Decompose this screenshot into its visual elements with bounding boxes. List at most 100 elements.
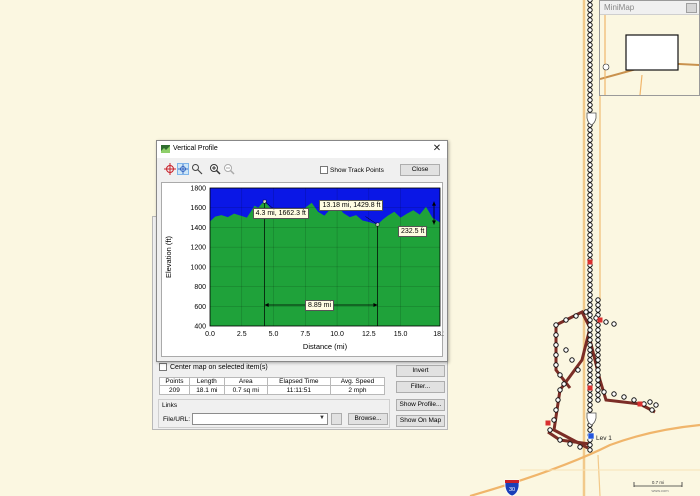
track-point[interactable] [553, 362, 559, 368]
track-point[interactable] [603, 319, 609, 325]
track-point[interactable] [587, 97, 593, 103]
track-point[interactable] [587, 87, 593, 93]
track-point[interactable] [587, 302, 593, 308]
track-point[interactable] [587, 72, 593, 78]
track-point[interactable] [587, 162, 593, 168]
minimap-panel[interactable]: MiniMap [599, 0, 700, 96]
track-point[interactable] [601, 389, 607, 395]
track-point[interactable] [587, 272, 593, 278]
track-point[interactable] [587, 57, 593, 63]
track-point[interactable] [557, 387, 563, 393]
track-point[interactable] [587, 362, 593, 368]
zoom-out-icon[interactable] [223, 163, 235, 175]
minimap-view[interactable] [600, 15, 699, 95]
track-point[interactable] [595, 342, 601, 348]
track-point[interactable] [587, 212, 593, 218]
track-point[interactable] [587, 7, 593, 13]
track-point[interactable] [557, 437, 563, 443]
track-point[interactable] [553, 322, 559, 328]
track-point[interactable] [587, 252, 593, 258]
track-point[interactable] [595, 377, 601, 383]
track-point[interactable] [587, 447, 593, 453]
track-point[interactable] [587, 102, 593, 108]
track-point[interactable] [587, 312, 593, 318]
track-point[interactable] [587, 187, 593, 193]
show-profile-button[interactable]: Show Profile... [396, 399, 445, 411]
invert-button[interactable]: Invert [396, 365, 445, 377]
file-url-combobox[interactable]: ▼ [192, 413, 328, 425]
track-marker[interactable] [587, 385, 593, 391]
track-point[interactable] [587, 407, 593, 413]
track-point[interactable] [587, 237, 593, 243]
track-point[interactable] [587, 52, 593, 58]
track-point[interactable] [557, 372, 563, 378]
show-on-map-button[interactable]: Show On Map [396, 415, 445, 427]
track-point[interactable] [587, 17, 593, 23]
track-point[interactable] [595, 332, 601, 338]
track-point[interactable] [551, 417, 557, 423]
track-point[interactable] [587, 207, 593, 213]
track-point[interactable] [587, 192, 593, 198]
track-point[interactable] [595, 387, 601, 393]
track-point[interactable] [587, 337, 593, 343]
track-point[interactable] [587, 62, 593, 68]
track-point[interactable] [587, 372, 593, 378]
track-point[interactable] [595, 307, 601, 313]
track-point[interactable] [587, 332, 593, 338]
close-button[interactable]: Close [400, 164, 440, 176]
track-point[interactable] [587, 427, 593, 433]
track-point[interactable] [587, 182, 593, 188]
browse-button[interactable]: Browse... [348, 413, 388, 425]
track-point[interactable] [569, 357, 575, 363]
track-point[interactable] [595, 357, 601, 363]
track-point[interactable] [583, 309, 589, 315]
track-marker[interactable] [545, 420, 551, 426]
center-map-option[interactable]: Center map on selected item(s) [159, 363, 268, 371]
track-point[interactable] [587, 217, 593, 223]
track-point[interactable] [587, 232, 593, 238]
track-point[interactable] [587, 132, 593, 138]
select-arrow-icon[interactable] [191, 163, 203, 175]
track-point[interactable] [595, 362, 601, 368]
track-point[interactable] [587, 242, 593, 248]
track-point[interactable] [553, 342, 559, 348]
track-point[interactable] [653, 402, 659, 408]
track-point[interactable] [587, 67, 593, 73]
track-point[interactable] [587, 367, 593, 373]
track-point[interactable] [553, 407, 559, 413]
zoom-in-icon[interactable] [209, 163, 221, 175]
track-point[interactable] [587, 347, 593, 353]
track-point[interactable] [595, 297, 601, 303]
crosshair-move-icon[interactable] [177, 163, 189, 175]
track-point[interactable] [587, 202, 593, 208]
track-point[interactable] [587, 352, 593, 358]
track-point[interactable] [587, 357, 593, 363]
filter-button[interactable]: Filter... [396, 381, 445, 393]
track-point[interactable] [587, 247, 593, 253]
track-point[interactable] [587, 322, 593, 328]
track-point[interactable] [587, 317, 593, 323]
track-point[interactable] [649, 407, 655, 413]
elevation-chart-frame[interactable]: 400 600 800 1000 1200 1400 1600 1800 0.0 2.5 5.0 7.… [161, 182, 444, 357]
track-point[interactable] [577, 444, 583, 450]
track-point[interactable] [595, 327, 601, 333]
track-point[interactable] [587, 147, 593, 153]
show-track-points-checkbox[interactable] [320, 166, 328, 174]
track-point[interactable] [587, 142, 593, 148]
track-marker[interactable] [597, 317, 603, 323]
track-point[interactable] [587, 397, 593, 403]
track-point[interactable] [587, 167, 593, 173]
track-point[interactable] [587, 277, 593, 283]
track-point[interactable] [561, 381, 567, 387]
track-point[interactable] [547, 427, 553, 433]
track-point[interactable] [587, 282, 593, 288]
track-point[interactable] [587, 82, 593, 88]
window-titlebar[interactable]: Vertical Profile ✕ [157, 141, 447, 158]
track-point[interactable] [595, 397, 601, 403]
minimap-viewport-box[interactable] [625, 34, 679, 71]
chevron-down-icon[interactable]: ▼ [319, 415, 325, 421]
track-point[interactable] [563, 317, 569, 323]
track-point[interactable] [587, 32, 593, 38]
track-point[interactable] [587, 287, 593, 293]
track-point[interactable] [631, 397, 637, 403]
